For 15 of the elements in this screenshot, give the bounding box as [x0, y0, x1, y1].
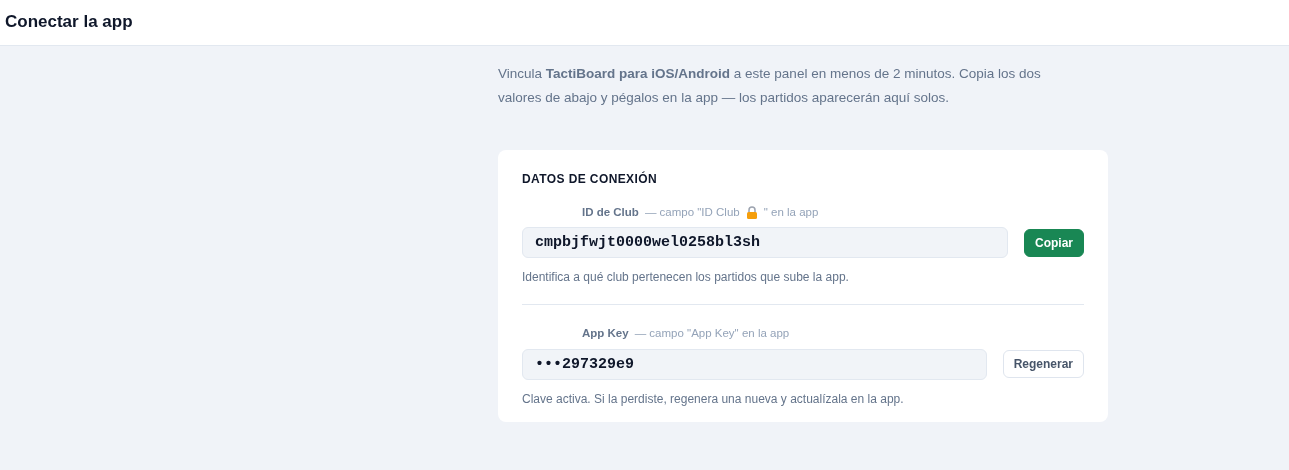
field-hint: " en la app	[763, 205, 819, 220]
help-text: Identifica a qué club pertenecen los partidos que sube la app.	[522, 269, 850, 287]
copy-button[interactable]: Copiar	[1024, 228, 1084, 257]
page-title: Conectar la app	[5, 12, 133, 33]
value-field[interactable]: cmpbjfwjt0000wel0258bl3sh	[522, 227, 1008, 259]
field-label: ID de Club	[582, 205, 639, 220]
regenerate-button[interactable]: Regenerar	[1002, 350, 1084, 378]
field-label: App Key	[582, 326, 629, 342]
card-title: DATOS DE CONEXIÓN	[522, 170, 659, 188]
intro-text: Vincula TactiBoard para iOS/Android a este panel en menos de 2 minutos. Copia los dos valores de abajo y pégalos en la app — los partidos aparecerán aquí solos.	[498, 65, 1042, 107]
lock-icon	[745, 206, 758, 220]
field-hint: — campo "App Key" en la app	[634, 326, 790, 342]
help-text: Clave activa. Si la perdiste, regenera una nueva y actualízala en la app.	[522, 390, 905, 408]
field-hint: — campo "ID Club	[644, 205, 740, 220]
value-field[interactable]: •••297329e9	[522, 348, 987, 380]
